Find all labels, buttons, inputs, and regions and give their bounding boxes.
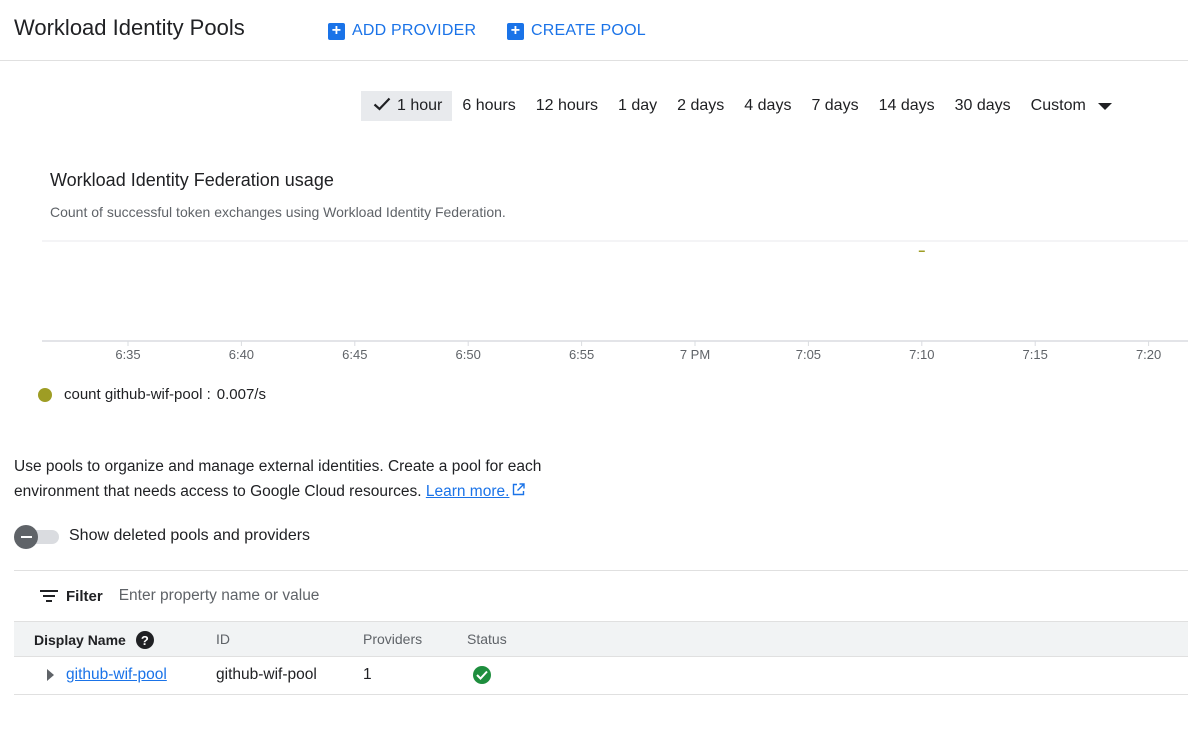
filter-bar: Filter [14, 570, 1188, 621]
external-link-icon [512, 479, 526, 504]
add-icon: + [507, 22, 524, 40]
x-tick-label: 6:45 [342, 347, 367, 362]
create-pool-button[interactable]: + CREATE POOL [507, 20, 646, 42]
x-tick-label: 7 PM [680, 347, 710, 362]
create-pool-label: CREATE POOL [531, 22, 646, 39]
pools-description: Use pools to organize and manage externa… [14, 454, 594, 504]
time-range-selector: 1 hour 6 hours 12 hours 1 day 2 days 4 d… [361, 91, 1122, 121]
chart-legend: count github-wif-pool : 0.007/s [38, 386, 266, 403]
show-deleted-label: Show deleted pools and providers [69, 527, 311, 544]
time-option-label: Custom [1030, 97, 1086, 114]
column-label: Display Name [34, 632, 126, 648]
time-option-label: 1 hour [397, 97, 443, 114]
learn-more-link[interactable]: Learn more. [426, 483, 510, 500]
time-option-6-hours[interactable]: 6 hours [452, 91, 525, 121]
add-icon: + [328, 22, 345, 40]
time-option-1-day[interactable]: 1 day [608, 91, 667, 121]
check-icon [373, 97, 391, 116]
column-providers[interactable]: Providers [363, 631, 422, 647]
x-tick-label: 6:40 [229, 347, 254, 362]
legend-label: count github-wif-pool : [64, 386, 211, 403]
status-ok-icon [473, 666, 491, 684]
table-row: github-wif-pool github-wif-pool 1 [14, 657, 1188, 695]
x-tick-label: 6:55 [569, 347, 594, 362]
time-option-12-hours[interactable]: 12 hours [526, 91, 608, 121]
x-tick-label: 7:10 [909, 347, 934, 362]
pool-id: github-wif-pool [216, 666, 317, 683]
time-option-14-days[interactable]: 14 days [869, 91, 945, 121]
pool-link[interactable]: github-wif-pool [66, 666, 167, 683]
x-tick-label: 7:05 [796, 347, 821, 362]
page-title: Workload Identity Pools [14, 15, 245, 40]
time-option-4-days[interactable]: 4 days [734, 91, 801, 121]
add-provider-label: ADD PROVIDER [352, 22, 477, 39]
pool-providers: 1 [363, 666, 372, 683]
expand-row-icon[interactable] [47, 669, 54, 681]
column-id[interactable]: ID [216, 631, 230, 647]
time-option-7-days[interactable]: 7 days [801, 91, 868, 121]
time-option-custom[interactable]: Custom [1021, 91, 1122, 121]
add-provider-button[interactable]: + ADD PROVIDER [328, 20, 476, 42]
column-status[interactable]: Status [467, 631, 507, 647]
help-icon[interactable]: ? [135, 631, 154, 649]
toggle-knob [14, 525, 38, 549]
x-tick-label: 7:20 [1136, 347, 1161, 362]
show-deleted-row: Show deleted pools and providers [14, 525, 311, 549]
time-option-30-days[interactable]: 30 days [945, 91, 1021, 121]
x-tick-label: 7:15 [1023, 347, 1048, 362]
time-option-2-days[interactable]: 2 days [667, 91, 734, 121]
dropdown-arrow-icon [1097, 102, 1112, 110]
column-display-name[interactable]: Display Name ? [34, 631, 154, 649]
chart-title: Workload Identity Federation usage [50, 170, 334, 190]
x-tick-label: 6:50 [456, 347, 481, 362]
page-header: Workload Identity Pools + ADD PROVIDER +… [0, 0, 1188, 61]
time-option-1-hour[interactable]: 1 hour [361, 91, 453, 121]
filter-icon [40, 589, 58, 603]
x-tick-label: 6:35 [115, 347, 140, 362]
show-deleted-toggle[interactable] [14, 525, 59, 549]
chart-subtitle: Count of successful token exchanges usin… [50, 204, 506, 220]
filter-label: Filter [66, 587, 103, 605]
legend-value: 0.007/s [216, 386, 266, 403]
usage-chart: 6:35 6:40 6:45 6:50 6:55 7 PM 7:05 7:10 7:15 7:20 [42, 240, 1188, 362]
pool-display-name: github-wif-pool [66, 666, 167, 684]
filter-input[interactable] [118, 587, 519, 605]
legend-swatch [38, 387, 52, 402]
table-header: Display Name ? ID Providers Status [14, 621, 1188, 657]
